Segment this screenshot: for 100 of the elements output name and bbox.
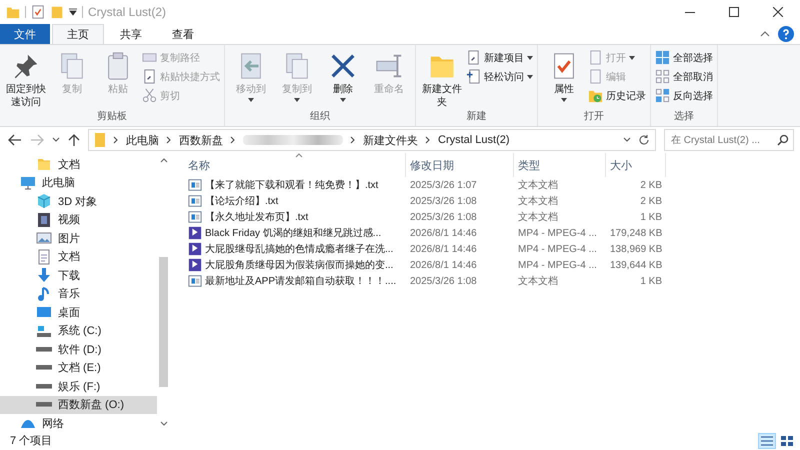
text-file-icon — [188, 274, 202, 288]
file-name[interactable]: 最新地址及APP请发邮箱自动获取！！！.... — [184, 274, 406, 288]
list-icon — [760, 434, 774, 446]
chevron-down-icon[interactable] — [623, 137, 631, 143]
search-icon — [777, 134, 789, 146]
ribbon-button[interactable]: 全部取消 — [655, 68, 713, 85]
text-file-icon — [188, 194, 202, 208]
collapse-ribbon-icon[interactable] — [760, 30, 770, 38]
table-cell-text: 文本文档 — [517, 194, 559, 208]
close-icon[interactable] — [773, 7, 783, 17]
search-field[interactable]: 在 Crystal Lust(2) ... — [664, 129, 794, 151]
text-file-icon — [188, 210, 202, 224]
ribbon-tab[interactable]: 文件 — [0, 24, 50, 44]
scroll-up-icon[interactable] — [160, 157, 168, 163]
breadcrumb[interactable]: 西数新盘 — [179, 132, 223, 148]
caret-icon — [629, 56, 635, 60]
file-name[interactable]: 【论坛介绍】.txt — [184, 194, 406, 208]
ribbon-button[interactable]: 删除 — [321, 47, 365, 109]
checkmark-document-icon[interactable] — [31, 5, 45, 19]
ribbon-button[interactable]: 反向选择 — [655, 87, 713, 104]
ribbon-button[interactable]: 属性 — [542, 47, 586, 109]
document-icon — [588, 50, 603, 65]
file-name[interactable]: 【来了就能下载和观看！纯免费！】.txt — [184, 178, 406, 192]
file-name[interactable]: 大屁股继母乱搞她的色情成瘾者继子在洗... — [184, 242, 406, 256]
table-cell-text: 文本文档 — [517, 178, 559, 192]
group-label: 剪贴板 — [96, 110, 128, 124]
grid-icon — [655, 50, 670, 65]
sidebar-item[interactable]: 系统 (C:) — [0, 322, 157, 340]
document-icon — [588, 69, 603, 84]
document-icon — [142, 69, 157, 84]
table-cell-text: 139,644 KB — [609, 260, 664, 270]
sidebar-item[interactable]: 图片 — [0, 229, 157, 248]
sidebar-item[interactable]: 软件 (D:) — [0, 340, 157, 358]
group-label: 新建 — [466, 110, 488, 124]
table-cell-text: 2 KB — [639, 196, 663, 206]
window-title: Crystal Lust(2) — [88, 5, 166, 19]
breadcrumb[interactable]: 新建文件夹 — [363, 132, 418, 148]
details-view-button[interactable] — [758, 432, 776, 448]
column-header[interactable]: 大小 — [606, 153, 666, 177]
ribbon-tab[interactable]: 查看 — [158, 24, 208, 44]
scroll-down-icon[interactable] — [160, 421, 168, 427]
ribbon-button[interactable]: 历史记录 — [588, 87, 646, 104]
file-name[interactable]: 【永久地址发布页】.txt — [184, 210, 406, 224]
video-file-icon — [188, 226, 202, 240]
scissors-icon — [142, 88, 157, 103]
table-cell-text: 2025/3/26 1:08 — [409, 276, 478, 286]
group-label: 选择 — [673, 110, 695, 124]
column-header[interactable]: 修改日期 — [406, 153, 514, 177]
back-arrow-icon[interactable] — [8, 134, 22, 146]
table-cell-text: 2 KB — [639, 180, 663, 190]
sidebar-item[interactable]: 文档 — [0, 248, 157, 266]
sidebar-item[interactable]: 下载 — [0, 266, 157, 284]
refresh-icon[interactable] — [638, 134, 650, 146]
breadcrumb[interactable]: 此电脑 — [126, 132, 159, 148]
sidebar-item[interactable]: 娱乐 (F:) — [0, 377, 157, 396]
ribbon-button[interactable]: 全部选择 — [655, 49, 713, 66]
file-name[interactable]: 大屁股角质继母因为假装病假而操她的变... — [184, 258, 406, 272]
table-cell-text: 179,248 KB — [609, 228, 664, 238]
sidebar-item[interactable]: 桌面 — [0, 303, 157, 322]
ribbon-button[interactable]: 轻松访问 — [466, 68, 533, 85]
table-cell-text: MP4 - MPEG-4 ... — [517, 244, 598, 254]
document-plus-icon — [466, 69, 481, 84]
ribbon-button[interactable]: 固定到快速访问 — [4, 47, 48, 109]
sidebar-item[interactable]: 网络 — [0, 414, 157, 431]
table-cell-text: 2026/8/1 14:46 — [409, 228, 478, 238]
sidebar-item[interactable]: 文档 — [0, 155, 157, 174]
ribbon-tab[interactable]: 共享 — [106, 24, 156, 44]
table-cell-text: 1 KB — [639, 276, 663, 286]
chevron-right-icon — [113, 136, 119, 144]
sidebar-item[interactable]: 音乐 — [0, 284, 157, 303]
sidebar-item[interactable]: 此电脑 — [0, 174, 157, 192]
breadcrumb[interactable]: Crystal Lust(2) — [438, 134, 510, 146]
column-header[interactable]: 名称 — [184, 153, 406, 177]
chevron-down-icon[interactable] — [52, 137, 60, 143]
column-header[interactable]: 类型 — [514, 153, 606, 177]
table-cell-text: 2025/3/26 1:08 — [409, 196, 478, 206]
maximize-icon[interactable] — [729, 7, 739, 17]
table-cell-text: 1 KB — [639, 212, 663, 222]
caret-icon — [248, 98, 254, 102]
sidebar-item[interactable]: 西数新盘 (O:) — [0, 396, 157, 414]
sidebar-item[interactable]: 文档 (E:) — [0, 358, 157, 377]
cube-icon — [36, 193, 52, 210]
ribbon-button[interactable]: 新建项目 — [466, 49, 533, 66]
address-bar[interactable]: 此电脑 西数新盘 新建文件夹 Crystal Lust(2) — [88, 129, 656, 151]
table-cell-text: 2025/3/26 1:07 — [409, 180, 478, 190]
up-arrow-icon[interactable] — [68, 133, 80, 147]
sidebar-item[interactable]: 3D 对象 — [0, 192, 157, 210]
drive-icon — [36, 365, 52, 370]
help-icon[interactable] — [778, 26, 794, 42]
caret-icon — [561, 98, 567, 102]
ribbon-button[interactable]: 新建文件夹 — [420, 47, 464, 109]
ribbon-tab[interactable]: 主页 — [52, 24, 104, 44]
drive-icon — [36, 384, 52, 389]
chevron-right-icon — [230, 136, 236, 144]
sidebar-item[interactable]: 视频 — [0, 210, 157, 229]
scroll-thumb[interactable] — [159, 257, 168, 387]
caret-icon — [340, 98, 346, 102]
file-name[interactable]: Black Friday 饥渴的继姐和继兄跳过感... — [184, 226, 406, 240]
item-count: 7 个项目 — [10, 434, 52, 448]
caret-icon[interactable] — [69, 8, 77, 16]
